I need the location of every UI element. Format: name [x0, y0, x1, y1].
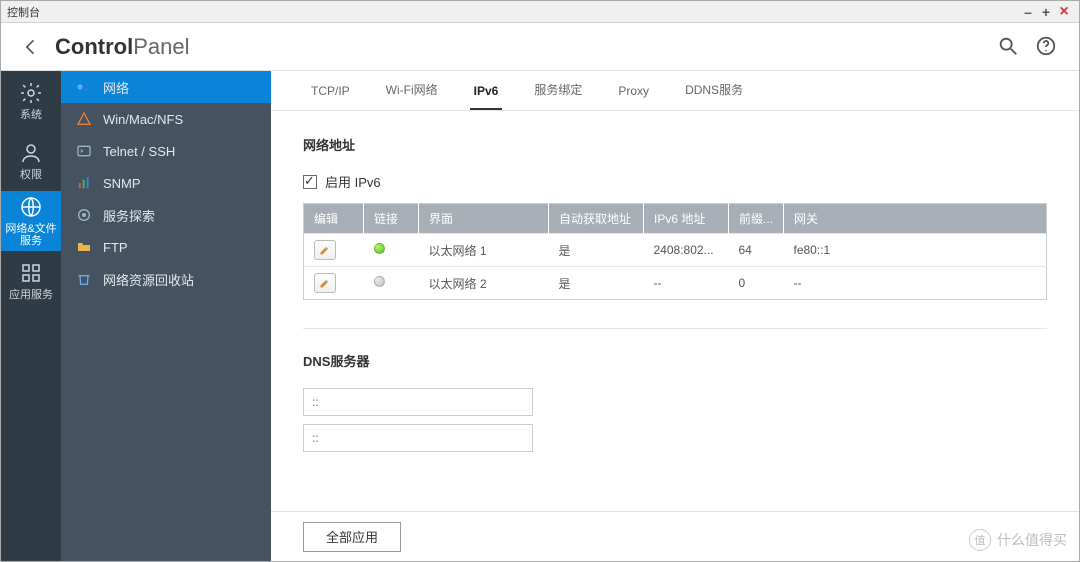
tab-strip: TCP/IP Wi-Fi网络 IPv6 服务绑定 Proxy DDNS服务	[271, 71, 1079, 111]
footer-bar: 全部应用	[271, 511, 1079, 561]
sidebar-item-label: SNMP	[103, 176, 141, 191]
section-title-dns: DNS服务器	[303, 351, 1047, 370]
tab-binding[interactable]: 服务绑定	[530, 81, 586, 110]
col-addr: IPv6 地址	[644, 204, 729, 234]
col-gw: 网关	[784, 204, 1047, 234]
table-row: 以太网络 1 是 2408:802... 64 fe80::1	[304, 234, 1047, 267]
user-icon	[19, 141, 43, 165]
apps-icon	[19, 261, 43, 285]
tab-wifi[interactable]: Wi-Fi网络	[382, 81, 442, 110]
trash-icon	[75, 270, 93, 288]
section-divider	[303, 328, 1047, 329]
edit-button[interactable]	[314, 273, 336, 293]
sidebar-item-label: 网络资源回收站	[103, 270, 194, 289]
edit-button[interactable]	[314, 240, 336, 260]
col-prefix: 前缀...	[729, 204, 784, 234]
dns-input-2[interactable]	[303, 424, 533, 452]
apply-all-button[interactable]: 全部应用	[303, 522, 401, 552]
checkbox-label: 启用 IPv6	[325, 172, 381, 191]
sidebar-item-label: FTP	[103, 240, 128, 255]
radar-icon	[75, 206, 93, 224]
sidebar-item-telnet[interactable]: Telnet / SSH	[61, 135, 271, 167]
os-titlebar: 控制台 – + ×	[1, 1, 1079, 23]
rail-item-apps[interactable]: 应用服务	[1, 251, 61, 311]
folder-icon	[75, 238, 93, 256]
tab-ddns[interactable]: DDNS服务	[681, 81, 747, 110]
cell-gw: --	[784, 267, 1047, 300]
gear-icon	[19, 81, 43, 105]
col-link: 链接	[364, 204, 419, 234]
search-button[interactable]	[997, 35, 1021, 59]
status-dot-gray-icon	[374, 276, 385, 287]
help-button[interactable]	[1035, 35, 1059, 59]
sidebar-item-snmp[interactable]: SNMP	[61, 167, 271, 199]
col-auto: 自动获取地址	[549, 204, 644, 234]
rail-item-system[interactable]: 系统	[1, 71, 61, 131]
status-dot-green-icon	[374, 243, 385, 254]
sidebar-item-label: Telnet / SSH	[103, 144, 175, 159]
enable-ipv6-checkbox[interactable]: 启用 IPv6	[303, 172, 1047, 191]
terminal-icon	[75, 142, 93, 160]
cell-prefix: 64	[729, 234, 784, 267]
network-icon	[75, 78, 93, 96]
sidebar-item-discovery[interactable]: 服务探索	[61, 199, 271, 231]
content-pane[interactable]: 网络地址 启用 IPv6 编辑 链接 界面 自动获取地址 IPv6 地址 前缀.…	[271, 111, 1079, 511]
globe-icon	[19, 195, 43, 219]
sidebar-item-ftp[interactable]: FTP	[61, 231, 271, 263]
cell-addr: 2408:802...	[644, 234, 729, 267]
sidebar-item-winmacnfs[interactable]: Win/Mac/NFS	[61, 103, 271, 135]
dns-input-1[interactable]	[303, 388, 533, 416]
window-close-button[interactable]: ×	[1055, 3, 1073, 21]
app-header: ControlPanel	[1, 23, 1079, 71]
cell-auto: 是	[549, 267, 644, 300]
bars-icon	[75, 174, 93, 192]
window-title: 控制台	[7, 4, 1019, 20]
rail-item-network[interactable]: 网络&文件服务	[1, 191, 61, 251]
col-iface: 界面	[419, 204, 549, 234]
ipv6-table: 编辑 链接 界面 自动获取地址 IPv6 地址 前缀... 网关	[303, 203, 1047, 300]
tab-tcpip[interactable]: TCP/IP	[307, 84, 354, 110]
cell-addr: --	[644, 267, 729, 300]
tab-proxy[interactable]: Proxy	[614, 84, 653, 110]
sidebar-item-label: 网络	[103, 78, 129, 97]
cell-prefix: 0	[729, 267, 784, 300]
window-maximize-button[interactable]: +	[1037, 4, 1055, 20]
cell-iface: 以太网络 2	[419, 267, 549, 300]
left-rail: 系统 权限 网络&文件服务 应用服务	[1, 71, 61, 561]
rail-item-permissions[interactable]: 权限	[1, 131, 61, 191]
sidebar-item-recycle[interactable]: 网络资源回收站	[61, 263, 271, 295]
cell-auto: 是	[549, 234, 644, 267]
col-edit: 编辑	[304, 204, 364, 234]
app-title: ControlPanel	[55, 34, 189, 60]
sidebar: 网络 Win/Mac/NFS Telnet / SSH SNMP	[61, 71, 271, 561]
sidebar-item-network[interactable]: 网络	[61, 71, 271, 103]
table-row: 以太网络 2 是 -- 0 --	[304, 267, 1047, 300]
back-button[interactable]	[21, 37, 41, 57]
tab-ipv6[interactable]: IPv6	[470, 84, 503, 110]
cell-iface: 以太网络 1	[419, 234, 549, 267]
triangle-icon	[75, 110, 93, 128]
sidebar-item-label: 服务探索	[103, 206, 155, 225]
checkbox-icon	[303, 175, 317, 189]
cell-gw: fe80::1	[784, 234, 1047, 267]
sidebar-item-label: Win/Mac/NFS	[103, 112, 183, 127]
window-minimize-button[interactable]: –	[1019, 4, 1037, 20]
section-title-network-address: 网络地址	[303, 135, 1047, 154]
